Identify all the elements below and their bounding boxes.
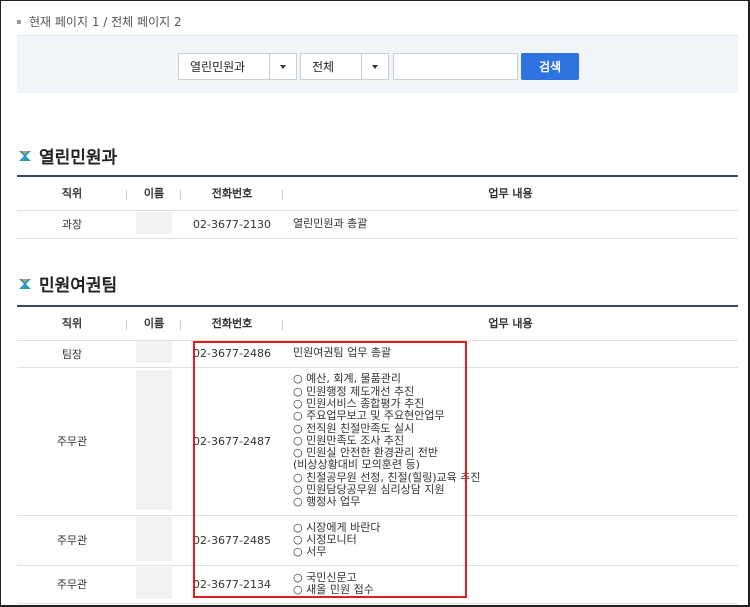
search-input[interactable] bbox=[393, 53, 518, 80]
table-row: 주무관 02-3677-2487 ○ 예산, 회계, 물품관리 ○ 민원행정 제… bbox=[17, 367, 738, 516]
cell-phone: 02-3677-2130 bbox=[181, 210, 283, 239]
page-indicator: 현재 페이지 1 / 전체 페이지 2 bbox=[17, 13, 182, 30]
col-position: 직위 bbox=[17, 175, 127, 211]
section-title-text: 민원여권팀 bbox=[39, 276, 118, 296]
section-title-civil-passport: 민원여권팀 bbox=[17, 271, 117, 296]
col-tasks: 업무 내용 bbox=[283, 175, 738, 211]
table-header-row: 직위 이름 전화번호 업무 내용 bbox=[17, 175, 738, 211]
seoul-logo-icon bbox=[19, 150, 31, 161]
page-info-text: 현재 페이지 1 / 전체 페이지 2 bbox=[29, 15, 182, 29]
department-select-value: 열린민원과 bbox=[190, 60, 246, 74]
table-row: 팀장 02-3677-2486 민원여권팀 업무 총괄 bbox=[17, 340, 738, 368]
name-redacted bbox=[136, 566, 172, 599]
cell-name bbox=[127, 210, 181, 239]
cell-position: 주무관 bbox=[17, 515, 127, 566]
field-select[interactable]: 전체 bbox=[300, 53, 389, 80]
col-phone: 전화번호 bbox=[181, 305, 283, 341]
col-tasks: 업무 내용 bbox=[283, 305, 738, 341]
table-row: 과장 02-3677-2130 열린민원과 총괄 bbox=[17, 210, 738, 239]
table-row: 주무관 02-3677-2485 ○ 시장에게 바란다 ○ 시정모니터 ○ 서무 bbox=[17, 515, 738, 566]
name-redacted bbox=[136, 369, 172, 510]
cell-name bbox=[127, 565, 181, 604]
cell-tasks: ○ 시장에게 바란다 ○ 시정모니터 ○ 서무 bbox=[283, 515, 738, 566]
cell-phone: 02-3677-2487 bbox=[181, 367, 283, 516]
search-button[interactable]: 검색 bbox=[521, 53, 579, 80]
cell-phone: 02-3677-2485 bbox=[181, 515, 283, 566]
cell-name bbox=[127, 515, 181, 566]
cell-position: 주무관 bbox=[17, 367, 127, 516]
col-name: 이름 bbox=[127, 305, 181, 341]
cell-phone: 02-3677-2486 bbox=[181, 340, 283, 368]
dropdown-arrow-icon[interactable] bbox=[361, 54, 388, 79]
cell-tasks: ○ 국민신문고 ○ 새올 민원 접수 bbox=[283, 565, 738, 604]
cell-position: 주무관 bbox=[17, 565, 127, 604]
name-redacted bbox=[136, 341, 172, 363]
cell-name bbox=[127, 367, 181, 516]
cell-position: 과장 bbox=[17, 210, 127, 239]
staff-table-civil-passport: 직위 이름 전화번호 업무 내용 팀장 02-3677-2486 민원여권팀 업… bbox=[17, 305, 738, 604]
table-row: 주무관 02-3677-2134 ○ 국민신문고 ○ 새올 민원 접수 bbox=[17, 565, 738, 604]
col-phone: 전화번호 bbox=[181, 175, 283, 211]
table-header-row: 직위 이름 전화번호 업무 내용 bbox=[17, 305, 738, 341]
cell-name bbox=[127, 340, 181, 368]
field-select-value: 전체 bbox=[312, 60, 335, 74]
cell-tasks: 열린민원과 총괄 bbox=[283, 210, 738, 239]
cell-position: 팀장 bbox=[17, 340, 127, 368]
name-redacted bbox=[136, 211, 172, 234]
bullet-icon bbox=[17, 19, 21, 24]
search-bar: 열린민원과 전체 검색 bbox=[17, 35, 738, 93]
staff-table-open-civil: 직위 이름 전화번호 업무 내용 과장 02-3677-2130 열린민원과 총… bbox=[17, 175, 738, 239]
section-title-text: 열린민원과 bbox=[39, 148, 118, 168]
cell-phone: 02-3677-2134 bbox=[181, 565, 283, 604]
dropdown-arrow-icon[interactable] bbox=[269, 54, 296, 79]
cell-tasks: 민원여권팀 업무 총괄 bbox=[283, 340, 738, 368]
col-name: 이름 bbox=[127, 175, 181, 211]
section-title-open-civil: 열린민원과 bbox=[17, 143, 117, 168]
col-position: 직위 bbox=[17, 305, 127, 341]
name-redacted bbox=[136, 516, 172, 561]
department-select[interactable]: 열린민원과 bbox=[178, 53, 297, 80]
seoul-logo-icon bbox=[19, 278, 31, 289]
cell-tasks: ○ 예산, 회계, 물품관리 ○ 민원행정 제도개선 추진 ○ 민원서비스 종합… bbox=[283, 367, 738, 516]
